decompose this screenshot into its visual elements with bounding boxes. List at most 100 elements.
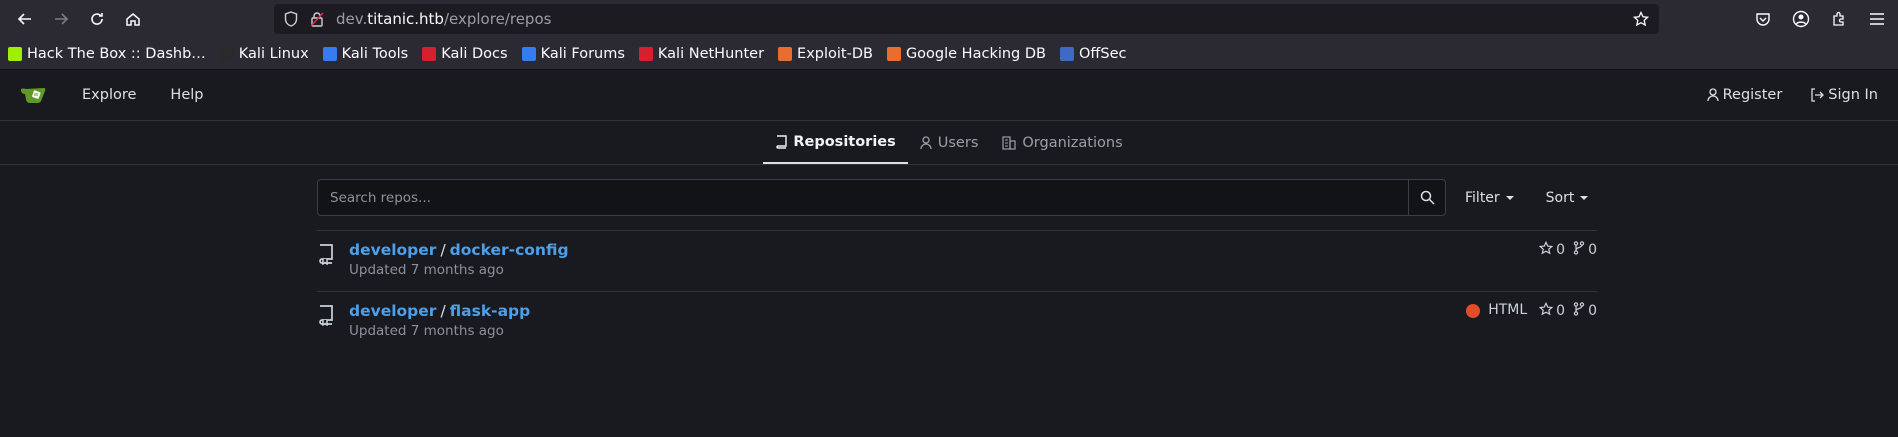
tab-repositories-label: Repositories: [793, 133, 896, 150]
bookmark-favicon-icon: [8, 46, 22, 61]
repo-meta: 00: [1538, 240, 1597, 291]
repo-title: developer / flask-app: [349, 302, 1466, 320]
bookmark-favicon-icon: [219, 46, 234, 61]
repo-info: developer / docker-config Updated 7 months …: [349, 241, 1539, 291]
bookmark-favicon-icon: [638, 46, 653, 61]
register-label: Register: [1722, 87, 1783, 103]
repo-updated: Updated 7 months ago: [349, 262, 504, 278]
url-text: dev. titanic.htb/explore/repos: [336, 10, 1633, 28]
person-icon: [1706, 88, 1719, 102]
url-path: /explore/repos: [443, 10, 552, 28]
bookmark-item[interactable]: OffSec: [1059, 45, 1127, 62]
bookmark-favicon-icon: [521, 46, 536, 61]
extensions-icon[interactable]: [1828, 8, 1850, 30]
register-link[interactable]: Register: [1706, 87, 1783, 103]
bookmark-favicon-icon: [422, 46, 437, 61]
repo-language-label: HTML: [1488, 302, 1528, 318]
filter-dropdown[interactable]: Filter: [1465, 190, 1514, 206]
filter-label: Filter: [1465, 189, 1500, 206]
repo-updated: Updated 7 months ago: [349, 323, 504, 339]
repo-title: developer / docker-config: [349, 241, 1539, 259]
bookmark-label: Kali Tools: [341, 45, 409, 62]
bookmark-item[interactable]: Kali Linux: [219, 45, 309, 62]
bookmark-label: Exploit-DB: [797, 45, 873, 62]
bookmark-label: Hack The Box :: Dashb…: [27, 45, 206, 62]
repo-name-link[interactable]: flask-app: [450, 302, 531, 320]
repo-stars[interactable]: 0: [1538, 240, 1566, 259]
menu-icon[interactable]: [1866, 8, 1888, 30]
organization-icon: [1002, 135, 1016, 150]
bookmark-label: OffSec: [1078, 45, 1127, 62]
bookmark-favicon-icon: [1059, 46, 1074, 61]
search-input[interactable]: [317, 179, 1408, 216]
url-bar[interactable]: dev. titanic.htb/explore/repos: [274, 4, 1659, 34]
repo-forks-count: 0: [1588, 242, 1597, 258]
sort-dropdown[interactable]: Sort: [1546, 190, 1589, 206]
sort-label: Sort: [1545, 189, 1575, 206]
pocket-icon[interactable]: [1752, 8, 1774, 30]
repo-forks[interactable]: 0: [1573, 302, 1597, 320]
nav-help[interactable]: Help: [170, 87, 203, 103]
gitea-logo-icon[interactable]: [20, 84, 50, 106]
star-icon: [1538, 301, 1554, 320]
sign-in-icon: [1811, 88, 1825, 102]
repo-icon: [317, 302, 339, 352]
repo-stars-count: 0: [1556, 242, 1566, 258]
repo-icon: [776, 134, 788, 149]
bookmark-label: Google Hacking DB: [905, 45, 1046, 62]
repo-owner-link[interactable]: developer: [349, 302, 436, 320]
arrow-right-icon: [55, 13, 69, 25]
bookmark-star-icon[interactable]: [1633, 11, 1649, 27]
bookmark-item[interactable]: Kali Tools: [322, 45, 409, 62]
bookmark-item[interactable]: Exploit-DB: [778, 46, 873, 62]
repo-search-bar: Filter Sort: [317, 179, 1597, 216]
search-button[interactable]: [1408, 179, 1446, 216]
tab-repositories[interactable]: Repositories: [763, 121, 908, 164]
bookmark-favicon-icon: [322, 46, 337, 61]
repo-list: developer / docker-config Updated 7 months …: [317, 230, 1597, 352]
search-icon: [1420, 190, 1435, 205]
browser-tools: [1752, 8, 1888, 30]
fork-icon: [1573, 302, 1585, 320]
browser-toolbar: dev. titanic.htb/explore/repos: [0, 0, 1898, 38]
bookmark-favicon-icon: [778, 46, 793, 61]
bookmark-item[interactable]: Kali NetHunter: [638, 46, 764, 62]
sign-in-label: Sign In: [1828, 87, 1878, 103]
arrow-left-icon: [17, 13, 31, 25]
sign-in-link[interactable]: Sign In: [1810, 87, 1878, 103]
forward-button[interactable]: [46, 4, 76, 34]
reload-button[interactable]: [82, 4, 112, 34]
bookmark-label: Kali Linux: [238, 45, 309, 62]
url-prefix: dev.: [336, 10, 368, 28]
repo-forks[interactable]: 0: [1573, 241, 1597, 259]
bookmark-item[interactable]: Google Hacking DB: [886, 45, 1046, 62]
repo-forks-count: 0: [1588, 303, 1597, 319]
repo-separator: /: [440, 241, 446, 259]
home-button[interactable]: [118, 4, 148, 34]
repo-name-link[interactable]: docker-config: [450, 241, 569, 259]
back-button[interactable]: [10, 4, 40, 34]
bookmark-item[interactable]: Kali Forums: [521, 46, 625, 62]
account-icon[interactable]: [1790, 8, 1812, 30]
nav-explore[interactable]: Explore: [82, 87, 136, 103]
repo-icon: [317, 241, 339, 291]
bookmark-item[interactable]: Hack The Box :: Dashb…: [8, 46, 206, 62]
tab-organizations[interactable]: Organizations: [990, 121, 1134, 164]
explore-tabs: Repositories Users Organizations: [0, 121, 1898, 165]
bookmarks-bar: Hack The Box :: Dashb… Kali Linux Kali Too…: [0, 38, 1898, 70]
bookmark-favicon-icon: [886, 46, 901, 61]
tab-users[interactable]: Users: [908, 121, 991, 164]
bookmark-label: Kali Docs: [441, 45, 508, 62]
lock-icon: [310, 11, 324, 27]
repo-owner-link[interactable]: developer: [349, 241, 436, 259]
repo-stars-count: 0: [1556, 303, 1566, 319]
shield-icon: [284, 11, 298, 27]
repo-stars[interactable]: 0: [1538, 301, 1566, 320]
tab-organizations-label: Organizations: [1022, 134, 1123, 151]
repo-info: developer / flask-app Updated 7 months ago: [349, 302, 1466, 352]
reload-icon: [91, 13, 103, 25]
language-color-dot: [1466, 304, 1481, 318]
bookmark-item[interactable]: Kali Docs: [422, 45, 508, 62]
caret-down-icon: [1580, 195, 1589, 200]
person-icon: [920, 135, 932, 149]
